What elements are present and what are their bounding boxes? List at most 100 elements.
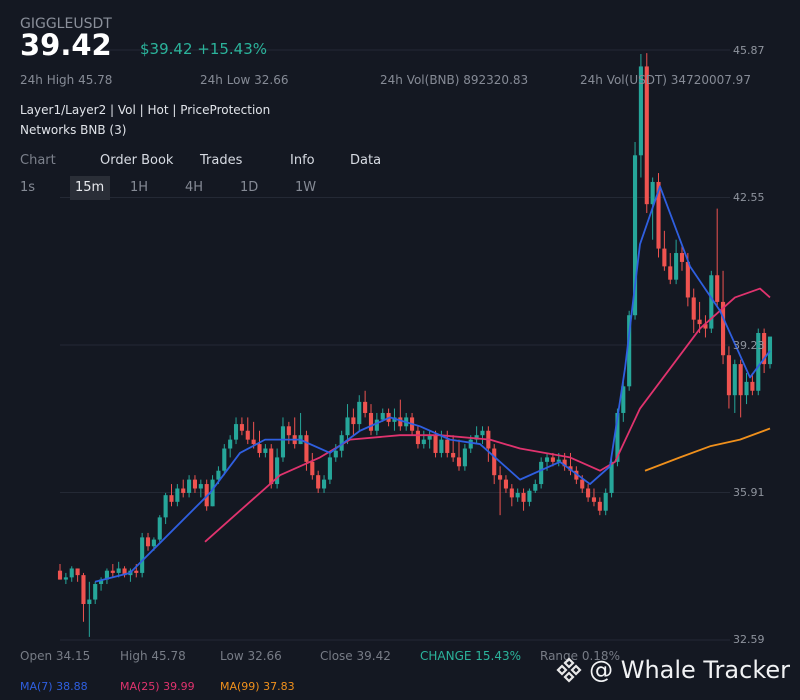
candle-body <box>674 253 679 280</box>
networks-label[interactable]: Networks BNB (3) <box>20 123 126 137</box>
brand-text: @ Whale Tracker <box>589 656 790 684</box>
candle-body <box>586 488 591 498</box>
candle <box>228 435 233 458</box>
candle-body <box>644 66 649 205</box>
tab-data[interactable]: Data <box>350 153 381 168</box>
tab-trades[interactable]: Trades <box>200 153 242 168</box>
y-tick-label: 45.87 <box>733 44 765 57</box>
candle-body <box>116 568 121 573</box>
candle <box>703 315 708 338</box>
candle <box>192 475 198 493</box>
ohlc-change: CHANGE 15.43% <box>420 649 522 663</box>
candle-body <box>544 457 550 462</box>
candle <box>744 372 749 405</box>
candle <box>709 270 714 334</box>
interval-4h[interactable]: 4H <box>180 176 208 200</box>
candle-body <box>222 448 227 471</box>
candle-body <box>691 297 696 320</box>
candle <box>539 457 544 489</box>
candle <box>163 492 168 525</box>
candle-body <box>269 448 274 485</box>
candle <box>732 359 737 413</box>
candle-body <box>750 381 755 391</box>
candle-body <box>363 401 368 413</box>
candle-body <box>310 461 315 476</box>
candle-body <box>251 439 256 445</box>
candle-body <box>415 430 420 445</box>
candle <box>568 452 573 476</box>
interval-1w[interactable]: 1W <box>290 176 321 200</box>
candle-body <box>398 417 403 427</box>
tab-chart[interactable]: Chart <box>20 153 56 168</box>
candle <box>421 430 426 449</box>
candle <box>474 426 479 445</box>
candle <box>480 426 485 445</box>
candle <box>521 488 526 511</box>
candle <box>486 426 491 462</box>
candle-body <box>187 479 192 493</box>
candle <box>351 408 356 436</box>
candle-body <box>263 448 268 453</box>
interval-1s[interactable]: 1s <box>15 176 40 200</box>
candle-body <box>145 537 151 547</box>
candle-body <box>445 439 450 453</box>
candle <box>503 475 509 493</box>
ma25-line <box>204 287 771 543</box>
candle <box>591 488 597 507</box>
candle-body <box>304 435 309 462</box>
candle-body <box>110 570 115 573</box>
candle-body <box>368 412 374 431</box>
candle-body <box>380 412 385 420</box>
interval-15m[interactable]: 15m <box>70 176 110 200</box>
candle <box>292 417 297 449</box>
candle-body <box>169 495 174 502</box>
ma7-line <box>94 185 771 583</box>
candle <box>462 444 467 471</box>
stat-24h-high: 24h High 45.78 <box>20 73 113 87</box>
candle-body <box>151 539 156 547</box>
candle-body <box>63 577 68 580</box>
binance-logo-icon <box>556 657 582 683</box>
tab-order-book[interactable]: Order Book <box>100 153 173 168</box>
tab-info[interactable]: Info <box>290 153 315 168</box>
candle-body <box>503 479 509 489</box>
candle-body <box>327 457 332 480</box>
candle-body <box>192 479 198 489</box>
candle <box>104 568 109 585</box>
candle-body <box>527 490 532 502</box>
candle <box>233 417 239 445</box>
stat-24h-vol-bnb: 24h Vol(BNB) 892320.83 <box>380 73 529 87</box>
stat-24h-vol-usdt: 24h Vol(USDT) 34720007.97 <box>580 73 751 87</box>
candle-body <box>57 570 63 580</box>
candle-body <box>228 439 233 449</box>
ma99-label: MA(99) 37.83 <box>220 680 295 693</box>
ma25-label: MA(25) 39.99 <box>120 680 195 693</box>
candle-body <box>550 457 555 462</box>
candle-body <box>280 426 286 458</box>
ohlc-open: Open 34.15 <box>20 649 91 663</box>
candle-body <box>69 568 74 578</box>
candle-body <box>233 424 239 440</box>
interval-1d[interactable]: 1D <box>235 176 263 200</box>
candle-body <box>662 248 667 267</box>
candle <box>363 390 368 418</box>
candle <box>69 566 74 582</box>
candle <box>275 448 280 489</box>
candle <box>175 484 180 507</box>
candle-body <box>333 450 338 458</box>
candle-body <box>492 448 497 476</box>
candle <box>527 488 532 507</box>
candle <box>398 399 403 431</box>
candle-body <box>738 364 743 396</box>
stat-24h-low: 24h Low 32.66 <box>200 73 289 87</box>
candle-body <box>521 492 526 502</box>
candle-body <box>480 430 485 436</box>
candle <box>286 421 291 445</box>
candle <box>310 452 315 480</box>
interval-1h[interactable]: 1H <box>125 176 153 200</box>
candle-body <box>87 599 92 605</box>
candle-body <box>509 488 514 498</box>
candle <box>110 564 115 578</box>
candle-body <box>345 417 350 436</box>
candle-body <box>157 517 162 540</box>
